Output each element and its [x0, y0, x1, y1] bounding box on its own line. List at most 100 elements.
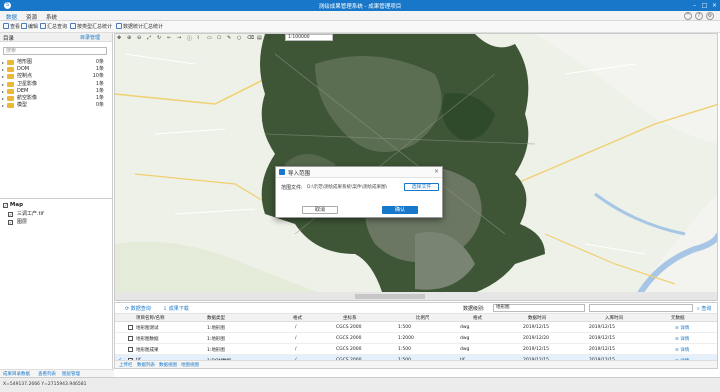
select-icon[interactable]: ▭	[207, 35, 212, 41]
tab-data-view[interactable]: 数据视图	[159, 362, 177, 368]
tab-data-list[interactable]: 数据列表	[137, 362, 155, 368]
table-row[interactable]: 地形图数据 1:地形图 / CGCS 2000 1:2000 dwg 2019/12/20 2…	[115, 333, 717, 344]
col-format2[interactable]: 格式	[473, 315, 482, 321]
expand-arrow-icon[interactable]: ▸	[2, 59, 4, 66]
layer-checkbox[interactable]: ✓	[8, 212, 13, 217]
help-icon[interactable]: ?	[695, 12, 703, 20]
zoom-out-icon[interactable]: ⊖	[137, 35, 141, 41]
export-icon[interactable]: ⇩	[267, 35, 271, 41]
col-format[interactable]: 格式	[293, 315, 302, 321]
circle-icon[interactable]: ○	[237, 35, 241, 41]
cancel-button[interactable]: 取消	[302, 206, 338, 214]
results-tabs: 上传栏 数据列表 数据视图 地图视图	[115, 360, 717, 368]
cell-data-time: 2019/12/15	[523, 325, 549, 330]
col-metadata[interactable]: 元数据	[671, 315, 685, 321]
summary-query-tool[interactable]: 汇总查询	[40, 23, 67, 30]
tree-item-count: 0条	[95, 59, 104, 65]
col-scale[interactable]: 比例尺	[416, 315, 430, 321]
zoom-in-icon[interactable]: ⊕	[127, 35, 131, 41]
tree-item[interactable]: ▸ 航空影像 1条	[2, 95, 110, 102]
refresh-icon[interactable]: ↻	[157, 35, 161, 41]
menu-resource[interactable]: 资源	[26, 13, 37, 21]
map-layer-checkbox[interactable]: ✓	[3, 203, 8, 208]
main-toolbar: 查看 编辑 汇总查询 按类型汇总统计 数据统计汇总统计	[0, 21, 720, 33]
keyword-search-input[interactable]	[589, 304, 693, 312]
close-button[interactable]: ×	[710, 1, 719, 10]
settings-icon[interactable]: ⚙	[706, 12, 714, 20]
scale-filter-label: 数据级别:	[463, 306, 485, 312]
expand-icon[interactable]: ^	[684, 12, 692, 20]
col-type[interactable]: 数据类型	[207, 315, 225, 321]
search-button[interactable]: ⌕ 查询	[697, 305, 711, 312]
cell-import-time: 2019/12/15	[589, 325, 615, 330]
col-import-time[interactable]: 入库时间	[605, 315, 623, 321]
row-checkbox[interactable]	[128, 347, 133, 352]
layer-item[interactable]: ✓ 图层	[2, 219, 110, 226]
menu-system[interactable]: 系统	[46, 13, 57, 21]
polygon-icon[interactable]: ⬠	[217, 35, 221, 41]
cell-format2: dwg	[460, 325, 470, 330]
cell-crs: CGCS 2000	[336, 336, 362, 341]
scale-select[interactable]: 1:100000	[285, 34, 333, 41]
tree-item[interactable]: ▸ 控制点 10条	[2, 73, 110, 80]
dialog-close-icon[interactable]: ×	[434, 168, 439, 175]
expand-arrow-icon[interactable]: ▸	[2, 102, 4, 109]
catalog-manage-button[interactable]: 目录管理	[80, 34, 100, 41]
dialog-icon	[279, 169, 285, 175]
forward-icon[interactable]: →	[177, 35, 181, 41]
tab-upload[interactable]: 上传栏	[119, 362, 133, 368]
expand-arrow-icon[interactable]: ▸	[2, 88, 4, 95]
draw-icon[interactable]: ✎	[227, 35, 231, 41]
col-data-time[interactable]: 数据时间	[528, 315, 546, 321]
row-checkbox[interactable]	[128, 325, 133, 330]
catalog-search-input[interactable]: 搜索	[3, 47, 107, 55]
scale-filter-select[interactable]: 地形图	[493, 304, 585, 312]
expand-arrow-icon[interactable]: ▸	[2, 95, 4, 102]
tree-item[interactable]: ▸ 卫星影像 1条	[2, 81, 110, 88]
tree-item[interactable]: ▸ 地形图 0条	[2, 59, 110, 66]
choose-file-button[interactable]: 选择文件	[404, 183, 439, 191]
layer-icon[interactable]: ▤	[257, 35, 262, 41]
clear-icon[interactable]: ⌫	[247, 35, 254, 41]
cell-scale: 1:500	[398, 347, 411, 352]
cell-data-time: 2019/12/20	[523, 336, 549, 341]
col-name[interactable]: 项目名称/名称	[136, 315, 165, 321]
folder-icon	[7, 60, 14, 65]
type-summary-tool[interactable]: 按类型汇总统计	[70, 23, 112, 30]
tab-map-view[interactable]: 地图视图	[181, 362, 199, 368]
ok-button[interactable]: 确认	[382, 206, 418, 214]
maximize-button[interactable]: □	[700, 1, 709, 10]
table-row[interactable]: 地形图测试 1:地形图 / CGCS 2000 1:500 dwg 2019/12/15 20…	[115, 322, 717, 333]
detail-link[interactable]: ≡ 详情	[675, 347, 689, 353]
expand-arrow-icon[interactable]: ▸	[2, 66, 4, 73]
expand-arrow-icon[interactable]: ▸	[2, 73, 4, 80]
detail-link[interactable]: ≡ 详情	[675, 336, 689, 342]
data-summary-tool[interactable]: 数据统计汇总统计	[116, 23, 163, 30]
layers-title: ✓ Map	[3, 202, 24, 208]
measure-icon[interactable]: ⌇	[197, 35, 199, 41]
tree-item[interactable]: ▸ 模型 0条	[2, 102, 110, 109]
back-icon[interactable]: ←	[167, 35, 171, 41]
tree-item-count: 1条	[95, 95, 104, 101]
row-checkbox[interactable]	[128, 336, 133, 341]
tree-item-label: 卫星影像	[17, 80, 38, 87]
pan-icon[interactable]: ✥	[117, 35, 121, 41]
query-data-button[interactable]: ⟳ 数据查询	[125, 305, 151, 312]
query-icon	[40, 23, 46, 29]
layer-item[interactable]: ✓ 三调工产.tif	[2, 211, 110, 218]
table-row[interactable]: 地形图成果 1:地形图 / CGCS 2000 1:500 dwg 2019/12/15 20…	[115, 344, 717, 355]
range-file-path[interactable]: D:\示范\测绘成果系统\案件\测绘成果图\	[307, 184, 403, 190]
detail-link[interactable]: ≡ 详情	[675, 325, 689, 331]
layer-checkbox[interactable]: ✓	[8, 220, 13, 225]
col-crs[interactable]: 坐标系	[343, 315, 357, 321]
edit-tool[interactable]: 编辑	[21, 23, 38, 30]
download-button[interactable]: ⇩ 成果下载	[163, 305, 189, 312]
cell-format2: dwg	[460, 347, 470, 352]
identify-icon[interactable]: ⓘ	[187, 35, 192, 42]
expand-arrow-icon[interactable]: ▸	[2, 81, 4, 88]
minimize-button[interactable]: –	[690, 1, 699, 10]
full-extent-icon[interactable]: ⤢	[147, 35, 151, 41]
folder-icon	[7, 74, 14, 80]
view-tool[interactable]: 查看	[3, 23, 20, 30]
tree-item[interactable]: ▸ DEM 1条	[2, 88, 110, 95]
